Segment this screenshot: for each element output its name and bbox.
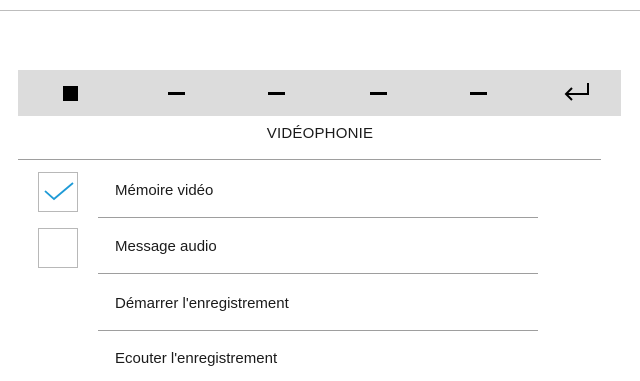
dash-icon: [470, 92, 487, 95]
row-divider: [98, 273, 538, 274]
toolbar-button-3[interactable]: [350, 70, 410, 116]
dash-icon: [268, 92, 285, 95]
stop-icon: [63, 86, 78, 101]
list-item-message-audio[interactable]: Message audio: [98, 218, 538, 274]
dash-icon: [370, 92, 387, 95]
checkbox-message-audio[interactable]: [38, 228, 78, 268]
list-item-label: Mémoire vidéo: [115, 182, 214, 199]
checkbox-memoire-video[interactable]: [38, 172, 78, 212]
list-item-label: Démarrer l'enregistrement: [115, 295, 289, 312]
list-item-label: Message audio: [115, 238, 217, 255]
checkmark-icon: [44, 182, 74, 201]
page-title: VIDÉOPHONIE: [266, 125, 374, 142]
list-item-demarrer-enregistrement[interactable]: Démarrer l'enregistrement: [98, 275, 538, 331]
title-divider: [18, 159, 601, 160]
back-button[interactable]: [548, 70, 618, 116]
top-divider: [0, 10, 640, 11]
dash-icon: [168, 92, 185, 95]
toolbar: [18, 70, 621, 116]
toolbar-button-1[interactable]: [148, 70, 208, 116]
stop-button[interactable]: [38, 70, 98, 116]
list-item-memoire-video[interactable]: Mémoire vidéo: [98, 162, 538, 218]
toolbar-button-2[interactable]: [248, 70, 308, 116]
list-item-ecouter-enregistrement[interactable]: Ecouter l'enregistrement: [98, 330, 538, 381]
enter-back-icon: [564, 83, 589, 101]
list-item-label: Ecouter l'enregistrement: [115, 350, 278, 367]
toolbar-button-4[interactable]: [450, 70, 510, 116]
